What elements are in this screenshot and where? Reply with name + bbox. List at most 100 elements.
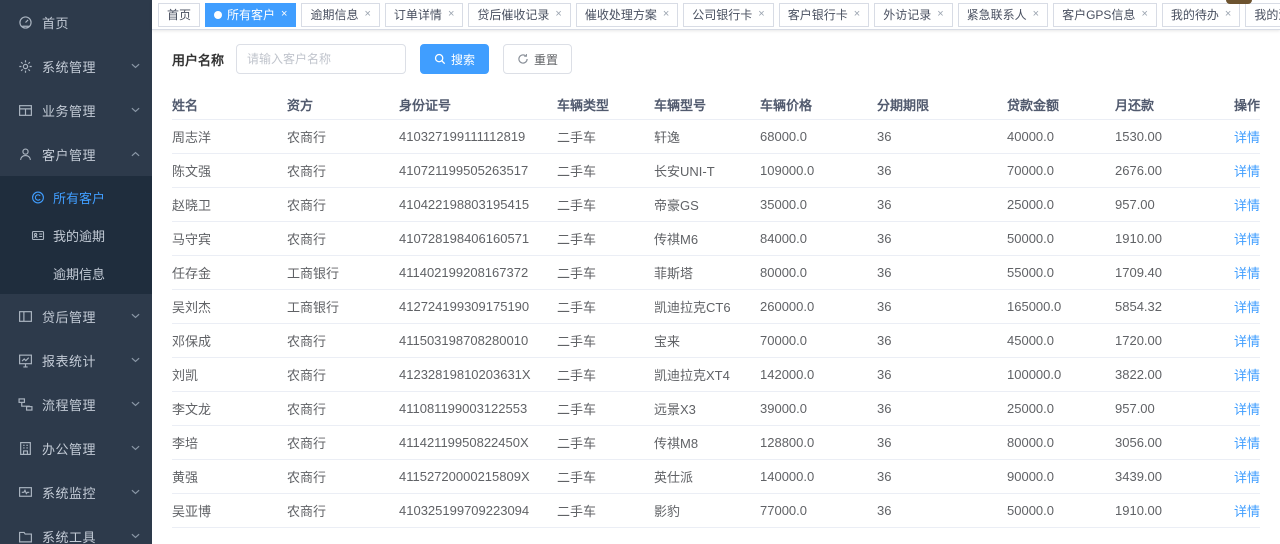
table-cell: 工商银行	[287, 263, 399, 282]
sidebar-subitem[interactable]: 我的逾期	[0, 216, 152, 254]
search-button-label: 搜索	[451, 51, 475, 68]
table-cell: 二手车	[557, 399, 654, 418]
detail-link[interactable]: 详情	[1234, 436, 1260, 451]
sidebar-item[interactable]: 贷后管理	[0, 294, 152, 338]
tab[interactable]: 客户GPS信息×	[1053, 3, 1157, 27]
detail-link[interactable]: 详情	[1234, 130, 1260, 145]
chevron-down-icon	[131, 401, 140, 407]
detail-link[interactable]: 详情	[1234, 266, 1260, 281]
tab[interactable]: 我的流程×	[1245, 3, 1280, 27]
close-icon[interactable]: ×	[937, 9, 943, 20]
table-cell: 25000.0	[1007, 197, 1115, 212]
column-header: 分期期限	[877, 95, 1007, 114]
sidebar-item-label: 业务管理	[42, 101, 131, 120]
detail-link[interactable]: 详情	[1234, 402, 1260, 417]
detail-link[interactable]: 详情	[1234, 198, 1260, 213]
tab[interactable]: 逾期信息×	[301, 3, 379, 27]
sidebar-item[interactable]: 首页	[0, 0, 152, 44]
table-cell: 二手车	[557, 297, 654, 316]
chevron-down-icon	[131, 107, 140, 113]
column-header: 操作	[1227, 95, 1260, 114]
action-cell: 详情	[1227, 229, 1260, 248]
chevron-down-icon	[131, 533, 140, 539]
detail-link[interactable]: 详情	[1234, 232, 1260, 247]
table-cell: 3056.00	[1115, 435, 1227, 450]
search-button[interactable]: 搜索	[420, 44, 489, 74]
detail-link[interactable]: 详情	[1234, 300, 1260, 315]
tab-label: 我的待办	[1171, 6, 1219, 23]
sidebar-item[interactable]: 系统工具	[0, 514, 152, 544]
close-icon[interactable]: ×	[555, 9, 561, 20]
refresh-icon	[517, 53, 529, 65]
detail-link[interactable]: 详情	[1234, 368, 1260, 383]
sidebar-item-label: 报表统计	[42, 351, 131, 370]
tab-bar: 首页所有客户×逾期信息×订单详情×贷后催收记录×催收处理方案×公司银行卡×客户银…	[152, 0, 1280, 30]
chevron-down-icon	[131, 313, 140, 319]
tab[interactable]: 紧急联系人×	[958, 3, 1048, 27]
tab[interactable]: 公司银行卡×	[683, 3, 773, 27]
table-cell: 轩逸	[654, 127, 760, 146]
table-cell: 36	[877, 367, 1007, 382]
sidebar-item[interactable]: 报表统计	[0, 338, 152, 382]
username-label: 用户名称	[172, 50, 224, 69]
tab[interactable]: 催收处理方案×	[576, 3, 678, 27]
close-icon[interactable]: ×	[364, 9, 370, 20]
table-cell: 农商行	[287, 365, 399, 384]
sidebar-item[interactable]: 系统监控	[0, 470, 152, 514]
close-icon[interactable]: ×	[1033, 9, 1039, 20]
close-icon[interactable]: ×	[854, 9, 860, 20]
detail-link[interactable]: 详情	[1234, 470, 1260, 485]
action-cell: 详情	[1227, 297, 1260, 316]
table-cell: 英仕派	[654, 467, 760, 486]
close-icon[interactable]: ×	[663, 9, 669, 20]
detail-link[interactable]: 详情	[1234, 334, 1260, 349]
tab[interactable]: 订单详情 ×	[385, 3, 463, 27]
sidebar-item[interactable]: 流程管理	[0, 382, 152, 426]
close-icon[interactable]: ×	[758, 9, 764, 20]
table-cell: 36	[877, 435, 1007, 450]
tab[interactable]: 我的待办 ×	[1162, 3, 1240, 27]
table-cell: 109000.0	[760, 163, 877, 178]
table-cell: 410327199111112819	[399, 129, 557, 144]
tab[interactable]: 外访记录×	[874, 3, 952, 27]
monitor-icon	[17, 484, 33, 500]
reset-button[interactable]: 重置	[503, 44, 572, 74]
action-cell: 详情	[1227, 501, 1260, 520]
tab-label: 订单详情	[394, 6, 442, 23]
table-cell: 3822.00	[1115, 367, 1227, 382]
table-cell: 刘凯	[172, 365, 287, 384]
tab[interactable]: 所有客户×	[205, 3, 296, 27]
customer-name-input[interactable]	[236, 44, 406, 74]
table-cell: 411081199003122553	[399, 401, 557, 416]
table-cell: 80000.0	[1007, 435, 1115, 450]
sidebar-item-label: 贷后管理	[42, 307, 131, 326]
tab-label: 首页	[167, 6, 191, 23]
sidebar-item[interactable]: 业务管理	[0, 88, 152, 132]
customer-icon	[17, 146, 33, 162]
detail-link[interactable]: 详情	[1234, 164, 1260, 179]
sidebar-item[interactable]: 客户管理	[0, 132, 152, 176]
close-icon[interactable]: ×	[448, 9, 454, 20]
detail-link[interactable]: 详情	[1234, 504, 1260, 519]
close-icon[interactable]: ×	[1225, 9, 1231, 20]
tab[interactable]: 首页	[158, 3, 200, 27]
close-icon[interactable]: ×	[281, 9, 287, 20]
tab[interactable]: 客户银行卡×	[779, 3, 869, 27]
table-row: 邓保成农商行411503198708280010二手车宝来70000.03645…	[172, 324, 1260, 358]
sidebar-subitem-label: 逾期信息	[53, 264, 105, 283]
table-row: 吴刘杰工商银行412724199309175190二手车凯迪拉克CT626000…	[172, 290, 1260, 324]
tab[interactable]: 贷后催收记录×	[468, 3, 570, 27]
table-cell: 90000.0	[1007, 469, 1115, 484]
table-cell: 36	[877, 163, 1007, 178]
action-cell: 详情	[1227, 195, 1260, 214]
table-cell: 宝来	[654, 331, 760, 350]
table-cell: 二手车	[557, 501, 654, 520]
sidebar-item[interactable]: 办公管理	[0, 426, 152, 470]
top-right-artifact	[1226, 0, 1252, 4]
sidebar-subitem[interactable]: 所有客户	[0, 178, 152, 216]
sidebar-item[interactable]: 系统管理	[0, 44, 152, 88]
gear-icon	[17, 58, 33, 74]
close-icon[interactable]: ×	[1141, 9, 1147, 20]
sidebar-subitem[interactable]: 逾期信息	[0, 254, 152, 292]
table-row: 马守宾农商行410728198406160571二手车传祺M684000.036…	[172, 222, 1260, 256]
